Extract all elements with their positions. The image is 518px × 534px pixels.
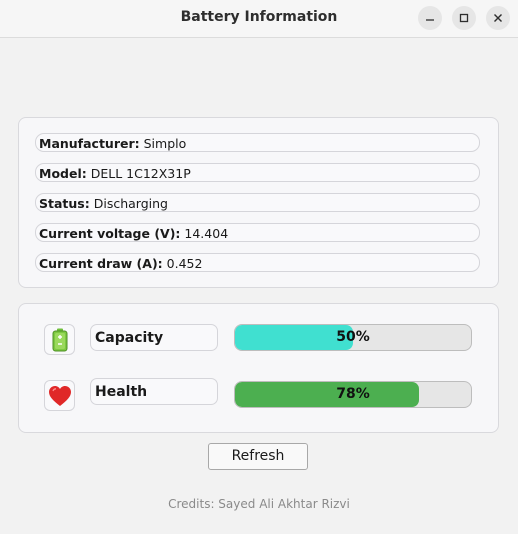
maximize-icon — [459, 13, 469, 23]
manufacturer-value: Simplo — [143, 136, 187, 151]
manufacturer-label: Manufacturer: — [39, 136, 140, 151]
voltage-value: 14.404 — [184, 226, 229, 241]
minimize-icon — [426, 19, 434, 21]
manufacturer-row: Manufacturer: Simplo — [35, 133, 480, 152]
close-button[interactable] — [486, 6, 510, 30]
battery-icon — [52, 328, 67, 351]
close-icon — [494, 14, 502, 22]
status-value: Discharging — [93, 196, 168, 211]
voltage-row: Current voltage (V): 14.404 — [35, 223, 480, 242]
battery-info-panel: Manufacturer: Simplo Model: DELL 1C12X31… — [18, 117, 499, 288]
title-bar[interactable]: Battery Information — [0, 0, 518, 38]
capacity-percent-text: 50% — [336, 329, 370, 345]
maximize-button[interactable] — [452, 6, 476, 30]
health-icon-box — [44, 380, 75, 411]
current-draw-value: 0.452 — [166, 256, 203, 271]
refresh-button[interactable]: Refresh — [208, 443, 308, 470]
minimize-button[interactable] — [418, 6, 442, 30]
current-draw-label: Current draw (A): — [39, 256, 163, 271]
voltage-label: Current voltage (V): — [39, 226, 181, 241]
battery-info-window: Battery Information Manufacturer: Simplo… — [0, 0, 518, 534]
status-row: Status: Discharging — [35, 193, 480, 212]
battery-stats-panel: Capacity 50% Health 78% — [18, 303, 499, 433]
capacity-label: Capacity — [90, 324, 218, 351]
model-row: Model: DELL 1C12X31P — [35, 163, 480, 182]
capacity-icon-box — [44, 324, 75, 355]
health-label: Health — [90, 378, 218, 405]
heart-icon — [48, 385, 71, 406]
model-label: Model: — [39, 166, 87, 181]
credits-text: Credits: Sayed Ali Akhtar Rizvi — [168, 497, 350, 511]
model-value: DELL 1C12X31P — [90, 166, 191, 181]
health-percent-text: 78% — [336, 386, 370, 402]
status-label: Status: — [39, 196, 90, 211]
current-draw-row: Current draw (A): 0.452 — [35, 253, 480, 272]
health-progress-bar: 78% — [234, 381, 472, 408]
capacity-progress-bar: 50% — [234, 324, 472, 351]
